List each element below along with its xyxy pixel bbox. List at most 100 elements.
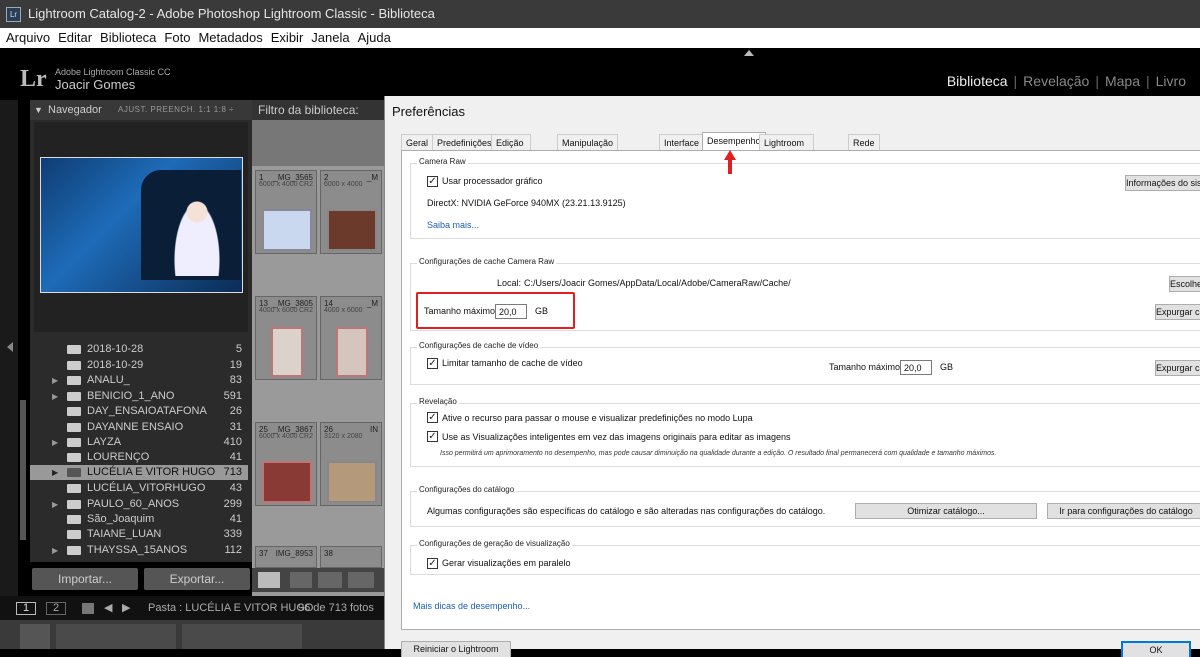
video-max-size-input[interactable] [900,360,932,375]
system-info-button[interactable]: Informações do sistema [1125,175,1200,191]
collapse-left-arrow-icon[interactable] [7,342,13,352]
grid-cell[interactable]: 1 _MG_3565 6000 x 4000 CR2 [255,170,317,254]
folder-row[interactable]: LUCÉLIA_VITORHUGO 43 [30,481,248,496]
folder-icon [67,530,81,539]
grid-cell[interactable]: 2 _M 6000 x 4000 [320,170,382,254]
library-filter-bar[interactable]: Filtro da biblioteca: [252,100,384,120]
lightroom-app-icon: Lr [6,7,21,22]
purge-video-cache-button[interactable]: Expurgar cache [1155,360,1200,376]
folder-row[interactable]: TAIANE_LUAN 339 [30,527,248,542]
navigator-zoom-options[interactable]: AJUST. PREENCH. 1:1 1:8 ÷ [118,100,234,120]
module-mapa[interactable]: Mapa [1099,73,1146,89]
folder-row[interactable]: ▶ PAULO_60_ANOS 299 [30,497,248,512]
navigator-title: Navegador [48,104,102,116]
ok-button[interactable]: OK [1121,641,1191,657]
screen-2-button[interactable]: 2 [46,602,66,615]
back-arrow-icon[interactable]: ◀ [104,596,112,620]
group-label: Configurações do catálogo [417,485,517,494]
import-button[interactable]: Importar... [32,568,138,590]
performance-tips-link[interactable]: Mais dicas de desempenho... [413,601,530,611]
grid-cell[interactable]: 37 IMG_8953 [255,546,317,568]
group-label: Configurações de geração de visualização [417,539,572,548]
photo-thumbnail[interactable] [271,327,303,377]
screen-1-button[interactable]: 1 [16,602,36,615]
purge-raw-cache-button[interactable]: Expurgar cache [1155,304,1200,320]
highlight-box-cache-size [416,292,575,329]
module-biblioteca[interactable]: Biblioteca [941,73,1014,89]
filmstrip-thumbnail[interactable] [20,624,50,649]
tab-desempenho[interactable]: Desempenho [702,132,766,150]
folder-row-selected[interactable]: ▶ LUCÉLIA E VITOR HUGO 713 [30,465,248,480]
tab-manipulacao-arquivos[interactable]: Manipulação de arquivos [557,134,619,164]
folder-scrollbar[interactable] [20,400,26,540]
limit-video-cache-checkbox[interactable]: ✓ [427,358,438,369]
navigator-header[interactable]: ▼ Navegador AJUST. PREENCH. 1:1 1:8 ÷ [30,100,252,120]
folder-row[interactable]: São_Joaquim 41 [30,512,248,527]
photo-thumbnail[interactable] [336,327,368,377]
folder-row[interactable]: 2018-10-29 19 [30,358,248,373]
folder-row[interactable]: DAY_ENSAIOATAFONA 26 [30,404,248,419]
loupe-view-icon[interactable] [290,572,312,588]
hover-preview-label: Ative o recurso para passar o mouse e vi… [442,413,753,423]
folder-row[interactable]: ▶ THAYSSA_15ANOS 112 [30,543,248,558]
compare-view-icon[interactable] [318,572,342,588]
parallel-previews-checkbox[interactable]: ✓ [427,558,438,569]
menu-metadados[interactable]: Metadados [198,30,262,45]
tab-geral[interactable]: Geral [401,134,434,150]
forward-arrow-icon[interactable]: ▶ [122,596,130,620]
hover-preview-checkbox[interactable]: ✓ [427,412,438,423]
export-button[interactable]: Exportar... [144,568,250,590]
catalog-text: Algumas configurações são específicas do… [427,506,826,516]
import-export-row: Importar... Exportar... [32,568,252,590]
choose-location-button[interactable]: Escolher... [1169,276,1200,292]
optimize-catalog-button[interactable]: Otimizar catálogo... [855,503,1037,519]
menu-arquivo[interactable]: Arquivo [6,30,50,45]
menu-janela[interactable]: Janela [311,30,349,45]
grid-cell[interactable]: 25 _MG_3867 6000 x 4000 CR2 [255,422,317,506]
video-unit: GB [940,362,954,372]
filmstrip-thumbnail[interactable] [56,624,176,649]
grid-cell[interactable]: 38 [320,546,382,568]
grid-cell[interactable]: 13 _MG_3805 4000 x 6000 CR2 [255,296,317,380]
photo-thumbnail[interactable] [262,461,312,503]
photo-thumbnail[interactable] [327,461,377,503]
goto-catalog-settings-button[interactable]: Ir para configurações do catálogo [1047,503,1200,519]
menu-biblioteca[interactable]: Biblioteca [100,30,156,45]
tab-edicao-externa[interactable]: Edição externa [491,134,532,164]
collapse-triangle-icon[interactable]: ▼ [34,100,43,120]
gpu-checkbox[interactable]: ✓ [427,176,438,187]
navigator-preview-image[interactable] [40,157,243,293]
menu-foto[interactable]: Foto [164,30,190,45]
smart-previews-checkbox[interactable]: ✓ [427,431,438,442]
photo-thumbnail[interactable] [262,209,312,251]
folder-row[interactable]: ▶ ANALU_ 83 [30,373,248,388]
tab-interface[interactable]: Interface [659,134,705,150]
folder-icon [67,546,81,555]
grid-view-icon[interactable] [258,572,280,588]
folder-row[interactable]: DAYANNE ENSAIO 31 [30,420,248,435]
restart-lightroom-button[interactable]: Reiniciar o Lightroom [401,641,511,657]
learn-more-link[interactable]: Saiba mais... [427,220,479,230]
tab-predefinicoes[interactable]: Predefinições [432,134,497,150]
folder-row[interactable]: 2018-10-28 5 [30,342,248,357]
video-max-label: Tamanho máximo: [829,362,903,372]
filmstrip-thumbnail[interactable] [182,624,302,649]
group-label: Revelação [417,397,459,406]
module-revelacao[interactable]: Revelação [1017,73,1095,89]
tab-rede[interactable]: Rede [848,134,880,150]
collapse-top-arrow-icon[interactable] [744,50,754,56]
folder-row[interactable]: LOURENÇO 41 [30,450,248,465]
folder-row[interactable]: ▶ BENICIO_1_ANO 591 [30,389,248,404]
photo-thumbnail[interactable] [327,209,377,251]
preferences-dialog: Preferências Geral Predefinições Edição … [384,96,1200,657]
grid-shortcut-icon[interactable] [82,603,94,614]
module-livro[interactable]: Livro [1150,73,1192,89]
grid-cell[interactable]: 14 _M 4000 x 6000 [320,296,382,380]
menu-editar[interactable]: Editar [58,30,92,45]
survey-view-icon[interactable] [348,572,374,588]
grid-cell[interactable]: 26 IN 3120 x 2080 [320,422,382,506]
menu-ajuda[interactable]: Ajuda [358,30,391,45]
tab-lightroom-sincronizar[interactable]: Lightroom Sincronizar [759,134,815,164]
menu-exibir[interactable]: Exibir [271,30,304,45]
folder-row[interactable]: ▶ LAYZA 410 [30,435,248,450]
